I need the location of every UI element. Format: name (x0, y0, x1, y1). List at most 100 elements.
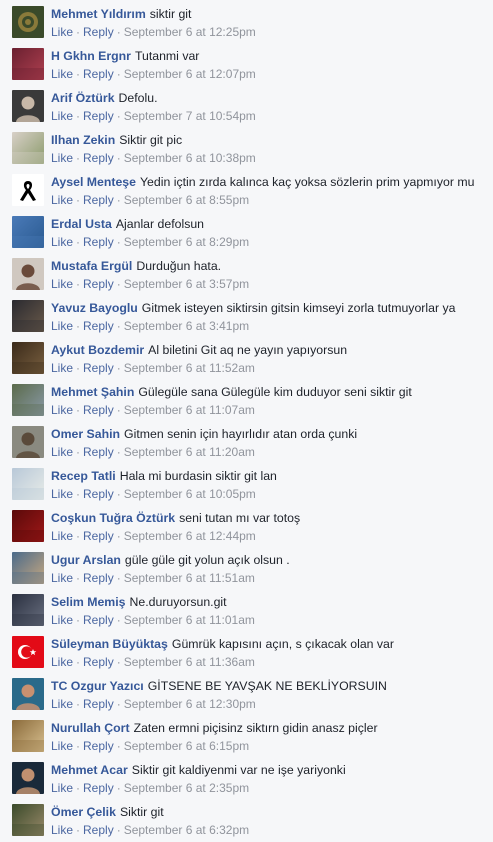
timestamp-link[interactable]: September 6 at 12:25pm (124, 25, 256, 39)
avatar[interactable] (12, 384, 44, 416)
like-link[interactable]: Like (51, 781, 73, 795)
like-link[interactable]: Like (51, 193, 73, 207)
reply-link[interactable]: Reply (83, 151, 114, 165)
like-link[interactable]: Like (51, 823, 73, 837)
author-name-link[interactable]: Yavuz Bayoglu (51, 301, 138, 315)
reply-link[interactable]: Reply (83, 235, 114, 249)
like-link[interactable]: Like (51, 613, 73, 627)
like-link[interactable]: Like (51, 571, 73, 585)
author-name-link[interactable]: Ugur Arslan (51, 553, 121, 567)
author-name-link[interactable]: Ömer Çelik (51, 805, 116, 819)
avatar[interactable] (12, 552, 44, 584)
timestamp-link[interactable]: September 6 at 11:20am (124, 445, 255, 459)
author-name-link[interactable]: Nurullah Çort (51, 721, 130, 735)
timestamp-link[interactable]: September 6 at 11:51am (124, 571, 255, 585)
author-name-link[interactable]: Mehmet Şahin (51, 385, 134, 399)
avatar[interactable] (12, 132, 44, 164)
reply-link[interactable]: Reply (83, 319, 114, 333)
author-name-link[interactable]: Süleyman Büyüktaş (51, 637, 168, 651)
author-name-link[interactable]: Omer Sahin (51, 427, 120, 441)
timestamp-link[interactable]: September 6 at 8:29pm (124, 235, 249, 249)
like-link[interactable]: Like (51, 319, 73, 333)
timestamp-link[interactable]: September 6 at 3:41pm (124, 319, 249, 333)
timestamp-link[interactable]: September 6 at 2:35pm (124, 781, 249, 795)
timestamp-link[interactable]: September 6 at 10:05pm (124, 487, 256, 501)
timestamp-link[interactable]: September 6 at 8:55pm (124, 193, 249, 207)
author-name-link[interactable]: TC Ozgur Yazıcı (51, 679, 144, 693)
timestamp-link[interactable]: September 6 at 11:36am (124, 655, 255, 669)
author-name-link[interactable]: Aysel Menteşe (51, 175, 136, 189)
reply-link[interactable]: Reply (83, 193, 114, 207)
author-name-link[interactable]: Coşkun Tuğra Öztürk (51, 511, 175, 525)
reply-link[interactable]: Reply (83, 445, 114, 459)
like-link[interactable]: Like (51, 739, 73, 753)
timestamp-link[interactable]: September 6 at 6:15pm (124, 739, 249, 753)
avatar[interactable] (12, 678, 44, 710)
reply-link[interactable]: Reply (83, 529, 114, 543)
reply-link[interactable]: Reply (83, 739, 114, 753)
reply-link[interactable]: Reply (83, 361, 114, 375)
like-link[interactable]: Like (51, 361, 73, 375)
avatar[interactable] (12, 300, 44, 332)
reply-link[interactable]: Reply (83, 487, 114, 501)
like-link[interactable]: Like (51, 529, 73, 543)
timestamp-link[interactable]: September 6 at 11:01am (124, 613, 255, 627)
timestamp-link[interactable]: September 6 at 11:52am (124, 361, 255, 375)
author-name-link[interactable]: H Gkhn Ergnr (51, 49, 131, 63)
author-name-link[interactable]: Arif Öztürk (51, 91, 115, 105)
reply-link[interactable]: Reply (83, 571, 114, 585)
avatar[interactable] (12, 90, 44, 122)
avatar[interactable] (12, 216, 44, 248)
timestamp-link[interactable]: September 6 at 6:32pm (124, 823, 249, 837)
avatar[interactable] (12, 762, 44, 794)
reply-link[interactable]: Reply (83, 67, 114, 81)
avatar[interactable] (12, 258, 44, 290)
reply-link[interactable]: Reply (83, 613, 114, 627)
like-link[interactable]: Like (51, 277, 73, 291)
author-name-link[interactable]: Erdal Usta (51, 217, 112, 231)
like-link[interactable]: Like (51, 25, 73, 39)
timestamp-link[interactable]: September 7 at 10:54pm (124, 109, 256, 123)
like-link[interactable]: Like (51, 151, 73, 165)
avatar[interactable] (12, 468, 44, 500)
timestamp-link[interactable]: September 6 at 11:07am (124, 403, 255, 417)
like-link[interactable]: Like (51, 697, 73, 711)
author-name-link[interactable]: Selim Memiş (51, 595, 126, 609)
avatar[interactable] (12, 594, 44, 626)
like-link[interactable]: Like (51, 487, 73, 501)
like-link[interactable]: Like (51, 445, 73, 459)
like-link[interactable]: Like (51, 235, 73, 249)
like-link[interactable]: Like (51, 67, 73, 81)
reply-link[interactable]: Reply (83, 697, 114, 711)
timestamp-link[interactable]: September 6 at 12:44pm (124, 529, 256, 543)
reply-link[interactable]: Reply (83, 403, 114, 417)
author-name-link[interactable]: Mehmet Acar (51, 763, 128, 777)
avatar[interactable] (12, 510, 44, 542)
avatar[interactable] (12, 6, 44, 38)
reply-link[interactable]: Reply (83, 277, 114, 291)
author-name-link[interactable]: Recep Tatli (51, 469, 116, 483)
author-name-link[interactable]: Ilhan Zekin (51, 133, 115, 147)
reply-link[interactable]: Reply (83, 781, 114, 795)
avatar[interactable] (12, 342, 44, 374)
timestamp-link[interactable]: September 6 at 10:38pm (124, 151, 256, 165)
like-link[interactable]: Like (51, 403, 73, 417)
author-name-link[interactable]: Mustafa Ergül (51, 259, 132, 273)
avatar[interactable] (12, 636, 44, 668)
timestamp-link[interactable]: September 6 at 12:07pm (124, 67, 256, 81)
avatar[interactable] (12, 426, 44, 458)
avatar[interactable] (12, 174, 44, 206)
avatar[interactable] (12, 804, 44, 836)
like-link[interactable]: Like (51, 655, 73, 669)
reply-link[interactable]: Reply (83, 823, 114, 837)
reply-link[interactable]: Reply (83, 655, 114, 669)
avatar[interactable] (12, 720, 44, 752)
avatar[interactable] (12, 48, 44, 80)
reply-link[interactable]: Reply (83, 25, 114, 39)
timestamp-link[interactable]: September 6 at 12:30pm (124, 697, 256, 711)
like-link[interactable]: Like (51, 109, 73, 123)
author-name-link[interactable]: Aykut Bozdemir (51, 343, 144, 357)
timestamp-link[interactable]: September 6 at 3:57pm (124, 277, 249, 291)
author-name-link[interactable]: Mehmet Yıldırım (51, 7, 146, 21)
reply-link[interactable]: Reply (83, 109, 114, 123)
